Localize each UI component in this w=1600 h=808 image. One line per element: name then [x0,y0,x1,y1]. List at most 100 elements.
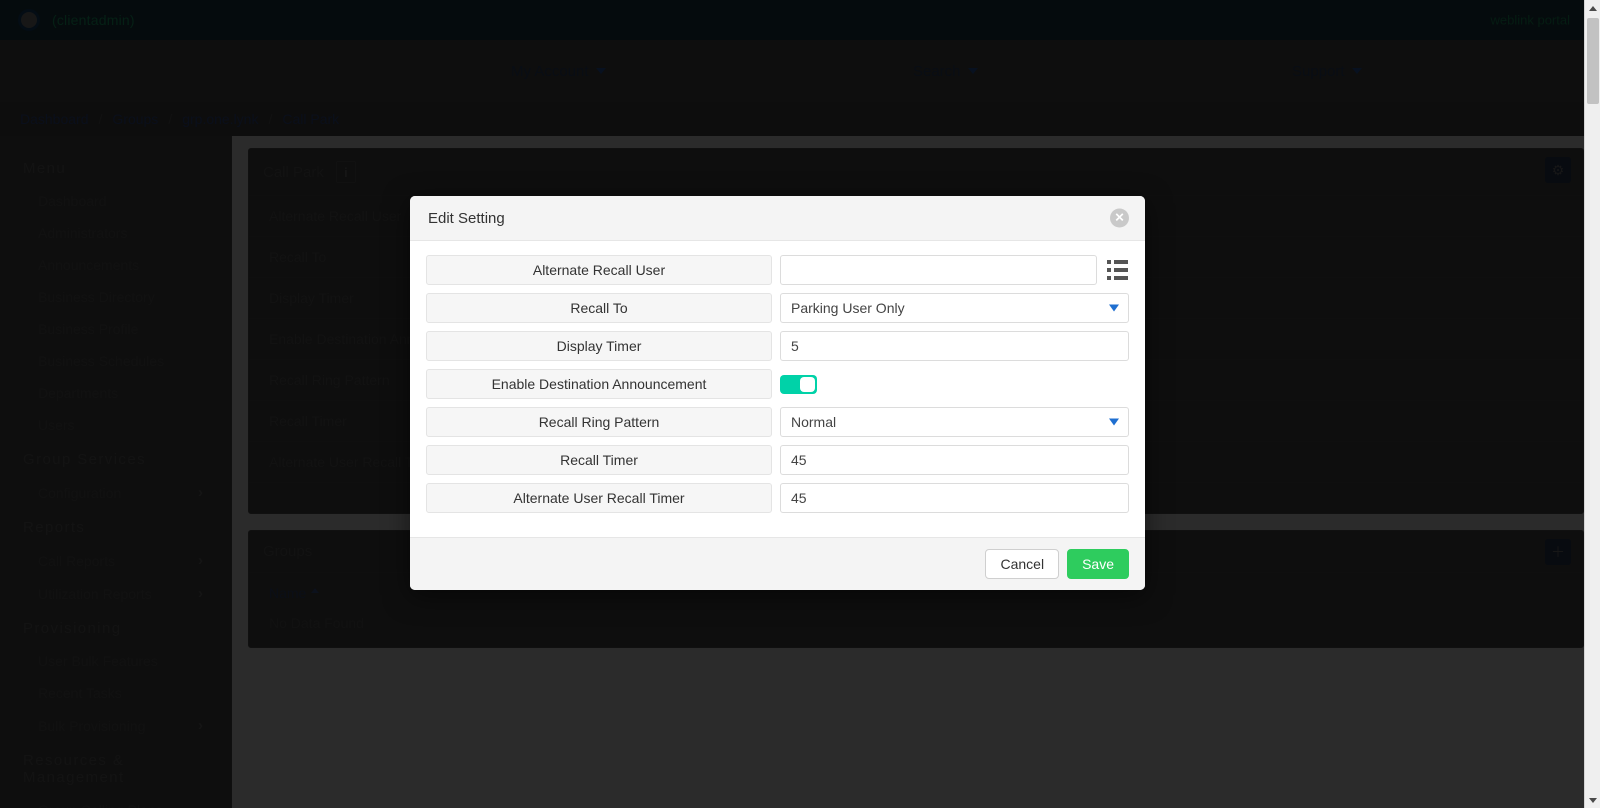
sidebar-item-label: Call Reports [38,552,116,569]
field-label-alternate-user-recall-timer: Alternate User Recall Timer [426,483,772,513]
field-control-alternate-user-recall-timer [780,483,1129,513]
recall-to-select[interactable]: Parking User Only [780,293,1129,323]
sidebar-item-group-calling-plans[interactable]: Group Calling Plans [0,794,231,808]
sidebar-item-business-directory[interactable]: Business Directory [0,281,231,313]
sidebar-item-user-bulk-features[interactable]: User Bulk Features [0,645,231,677]
list-icon[interactable] [1107,260,1129,280]
sidebar-item-administrators[interactable]: Administrators [0,217,231,249]
breadcrumb-item-dashboard[interactable]: Dashboard [20,111,89,127]
chevron-right-icon: › [198,552,203,569]
sidebar-item-departments[interactable]: Departments [0,377,231,409]
field-row-recall-ring-pattern: Recall Ring Pattern Normal [426,407,1129,437]
close-icon[interactable]: ✕ [1110,208,1129,228]
field-row-recall-to: Recall To Parking User Only [426,293,1129,323]
arrow-down-icon [1589,797,1597,803]
table-empty-message: No Data Found [269,615,364,631]
field-label-recall-timer: Recall Timer [426,445,772,475]
info-icon[interactable]: i [335,161,356,183]
sort-ascending-icon [311,587,320,593]
scroll-up-button[interactable] [1585,0,1600,16]
sidebar-item-bulk-provisioning[interactable]: Bulk Provisioning › [0,709,231,742]
table-column-header-label: Name [269,585,307,601]
chevron-right-icon: › [198,484,203,501]
page-title: Call Park [263,163,324,181]
sidebar-item-label: Announcements [38,257,140,273]
breadcrumb-item-group-name[interactable]: grp.one.lynk [182,111,258,127]
cancel-button[interactable]: Cancel [985,549,1060,579]
field-row-alternate-user-recall-timer: Alternate User Recall Timer [426,483,1129,513]
sidebar-item-label: Recent Tasks [38,685,122,701]
recall-ring-pattern-select[interactable]: Normal [780,407,1129,437]
sidebar-item-announcements[interactable]: Announcements [0,249,231,281]
field-row-enable-destination-announcement: Enable Destination Announcement [426,369,1129,399]
field-row-alternate-recall-user: Alternate Recall User [426,255,1129,285]
chevron-down-icon [595,68,606,74]
chevron-down-icon [1351,68,1362,74]
sidebar-item-configuration[interactable]: Configuration › [0,476,231,509]
alternate-recall-user-input[interactable] [780,255,1097,285]
nav-label-support: Support [1292,62,1345,80]
topbar-right-text: weblink portal [1490,12,1571,28]
nav-item-search[interactable]: Search [913,63,978,80]
application-window: (clientadmin) weblink portal My Account … [0,0,1600,808]
breadcrumb-separator: / [268,111,273,127]
modal-title: Edit Setting [428,209,505,227]
top-bar: (clientadmin) weblink portal [0,0,1600,40]
sidebar-item-users[interactable]: Users [0,409,231,441]
sidebar-item-recent-tasks[interactable]: Recent Tasks [0,677,231,709]
nav-item-my-account[interactable]: My Account [511,63,606,80]
breadcrumb: Dashboard / Groups / grp.one.lynk / Call… [0,102,1600,136]
sidebar-item-label: User Bulk Features [38,653,158,669]
field-control-display-timer [780,331,1129,361]
sidebar-heading-reports: Reports [23,519,86,536]
logo-icon [18,9,40,31]
sidebar-item-label: Configuration [38,484,122,501]
sidebar-heading-resources-management: Resources & Management [23,752,125,786]
sidebar-item-label: Dashboard [38,193,107,209]
field-label-alternate-recall-user: Alternate Recall User [426,255,772,285]
sidebar-item-call-reports[interactable]: Call Reports › [0,544,231,577]
breadcrumb-item-groups[interactable]: Groups [112,111,158,127]
sidebar-item-business-profile[interactable]: Business Profile [0,313,231,345]
field-label-display-timer: Display Timer [426,331,772,361]
chevron-right-icon: › [198,717,203,734]
scrollbar-thumb[interactable] [1587,18,1599,104]
sidebar-item-dashboard[interactable]: Dashboard [0,185,231,217]
arrow-up-icon [1589,5,1597,11]
scroll-down-button[interactable] [1585,792,1600,808]
sidebar-item-label: Business Schedules [38,353,165,369]
field-control-alternate-recall-user [780,255,1129,285]
sidebar-item-label: Utilization Reports [38,585,152,602]
brand-text: (clientadmin) [52,12,135,28]
sidebar: Menu Dashboard Administrators Announceme… [0,136,232,808]
nav-item-support[interactable]: Support [1292,63,1362,80]
sidebar-item-label: Administrators [38,225,128,241]
field-control-recall-timer [780,445,1129,475]
field-label-recall-to: Recall To [426,293,772,323]
field-row-recall-timer: Recall Timer [426,445,1129,475]
breadcrumb-item-call-park: Call Park [282,111,340,127]
modal-body: Alternate Recall User Recall To Parking … [410,241,1145,537]
sidebar-item-utilization-reports[interactable]: Utilization Reports › [0,577,231,610]
gear-icon[interactable]: ⚙ [1545,157,1571,183]
alternate-user-recall-timer-input[interactable] [780,483,1129,513]
modal-header: Edit Setting ✕ [410,196,1145,241]
chevron-right-icon: › [198,585,203,602]
field-control-enable-destination-announcement [780,374,1129,394]
nav-label-my-account: My Account [511,62,589,80]
groups-title: Groups [263,543,313,560]
sidebar-item-business-schedules[interactable]: Business Schedules [0,345,231,377]
brand[interactable]: (clientadmin) [18,9,135,31]
call-park-panel-header: Call Park i ⚙ [249,149,1583,196]
field-label-recall-ring-pattern: Recall Ring Pattern [426,407,772,437]
sidebar-item-label: Bulk Provisioning [38,717,146,734]
toggle-knob [800,376,815,392]
display-timer-input[interactable] [780,331,1129,361]
vertical-scrollbar[interactable] [1584,0,1600,808]
sidebar-item-label: Business Profile [38,321,139,337]
field-control-recall-to: Parking User Only [780,293,1129,323]
recall-timer-input[interactable] [780,445,1129,475]
plus-icon[interactable]: ＋ [1545,539,1571,565]
save-button[interactable]: Save [1067,549,1129,579]
enable-destination-announcement-toggle[interactable] [780,374,817,394]
